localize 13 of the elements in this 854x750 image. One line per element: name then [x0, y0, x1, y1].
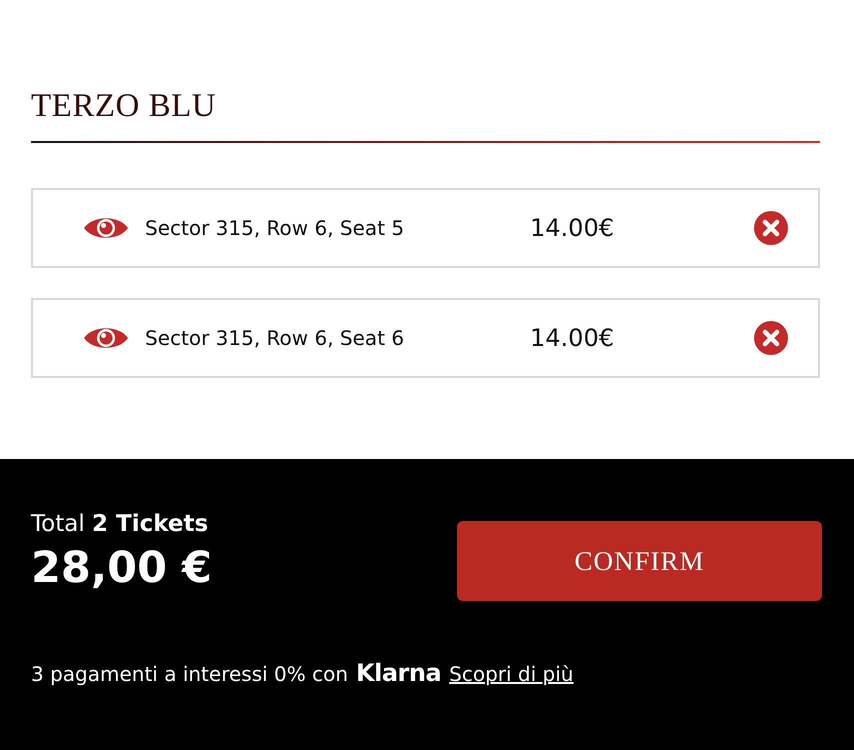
section-title: TERZO BLU: [31, 88, 218, 125]
confirm-button[interactable]: CONFIRM: [457, 521, 822, 601]
remove-icon[interactable]: [754, 211, 788, 245]
installments-text: 3 pagamenti a interessi 0% con: [31, 662, 348, 686]
ticket-price: 14.00€: [530, 214, 615, 242]
seat-label: Sector 315, Row 6, Seat 5: [145, 216, 406, 240]
seat-label: Sector 315, Row 6, Seat 6: [145, 326, 406, 350]
ticket-price: 14.00€: [530, 324, 615, 352]
total-label: Total 2 Tickets: [31, 511, 210, 537]
remove-icon[interactable]: [754, 321, 788, 355]
total-amount: 28,00 €: [31, 543, 212, 593]
learn-more-link[interactable]: Scopri di più: [449, 662, 574, 686]
klarna-wordmark: Klarna: [356, 659, 442, 687]
